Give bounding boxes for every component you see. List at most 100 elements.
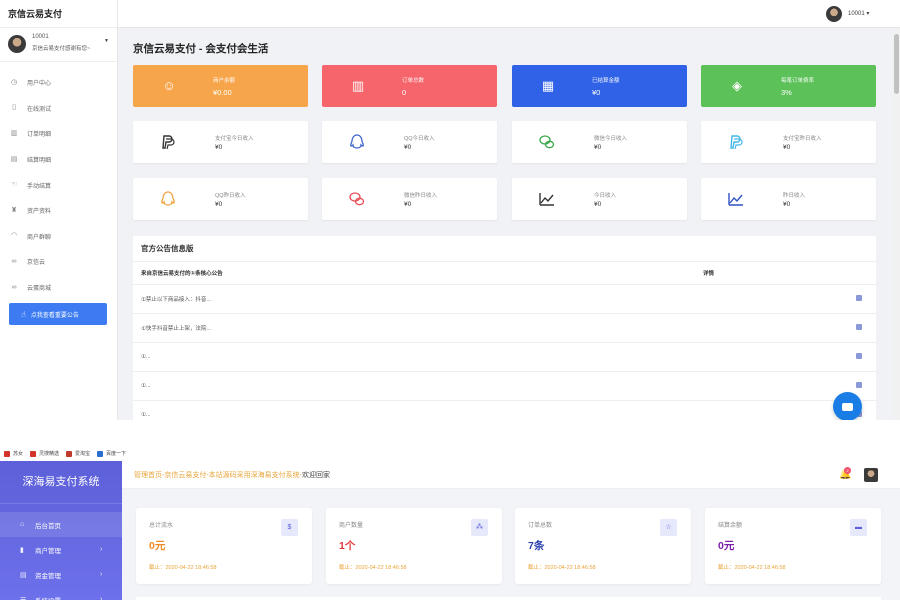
notice-button[interactable]: ☝ 点我查看重要公告 <box>9 303 107 325</box>
admin-nav: ⌂ 后台首页 ▮ 商户管理 › ▤ 资金管理 › ☰ 系统设置 › <box>0 512 122 600</box>
bookmarks-bar: 苏女 灵搜精选 爱淘宝 百度一下 <box>0 446 900 461</box>
user-menu[interactable]: 10001 京信云易支付感谢有您~ ▼ <box>0 28 117 62</box>
menu-icon: ☰ <box>20 596 27 600</box>
stat-label: 每笔订单费率 <box>781 78 815 84</box>
bookmark-item[interactable]: 爱淘宝 <box>66 450 90 457</box>
lock-icon[interactable] <box>856 324 862 330</box>
bookmark-favicon-icon <box>4 450 10 457</box>
income-card: 微信今日收入 ¥0 <box>512 121 687 163</box>
stat-card: ◈ 每笔订单费率 3% <box>701 65 876 107</box>
summary-card: 订单总数 7条 截止：2020-04-22 18:46:58 ☆ <box>515 508 691 584</box>
scrollbar[interactable] <box>893 28 900 420</box>
income-label: 支付宝今日收入 <box>215 136 254 142</box>
jingxin-dashboard: 京信云易支付 10001 京信云易支付感谢有您~ ▼ ◷ 用户中心 ▯ 在线测试 ▥ 订单… <box>0 0 900 420</box>
sidebar-item[interactable]: ▤ 结算明细 <box>0 147 117 173</box>
admin-nav-label: 资金管理 <box>35 572 61 580</box>
income-card: 支付宝昨日收入 ¥0 <box>701 121 876 163</box>
admin-logo: 深海易支付系统 <box>0 461 122 504</box>
sidebar-item[interactable]: ◷ 用户中心 <box>0 70 117 96</box>
avatar[interactable] <box>864 468 878 482</box>
stat-card: ▥ 订单总数 0 <box>322 65 497 107</box>
summary-label: 结算余额 <box>718 523 743 529</box>
breadcrumb-link[interactable]: 管理首页-京信云易支付-本站源码采用深海易支付系统- <box>134 472 302 479</box>
notice-button-label: 点我查看重要公告 <box>30 312 79 319</box>
stat-card: ▦ 已结算金额 ¥0 <box>512 65 687 107</box>
sidebar-item[interactable]: ♜ 资产资料 <box>0 198 117 224</box>
notice-row[interactable]: ①... <box>133 372 876 401</box>
avatar[interactable] <box>826 6 842 22</box>
income-value: ¥0 <box>215 144 223 151</box>
lock-icon[interactable] <box>856 353 862 359</box>
bookmark-item[interactable]: 灵搜精选 <box>30 450 59 457</box>
sidebar-item-label: 京信云 <box>27 260 46 267</box>
page-title: 京信云易支付 - 会支付会生活 <box>133 43 269 55</box>
sidebar-item[interactable]: ▥ 订单明细 <box>0 121 117 147</box>
bookmark-favicon-icon <box>97 450 104 457</box>
admin-nav-item[interactable]: ☰ 系统设置 › <box>0 587 122 600</box>
sidebar-item-label: 资产资料 <box>27 209 52 216</box>
income-value: ¥0 <box>404 144 412 151</box>
caret-down-icon: ▼ <box>104 38 109 44</box>
notice-panel: 官方公告信息版 来自京信云易支付的①条核心公告 详情 ①禁止以下商品接入：抖音.… <box>133 236 876 420</box>
admin-topbar: 管理首页-京信云易支付-本站源码采用深海易支付系统-欢迎回家 🔔 2 <box>122 461 900 489</box>
lock-icon[interactable] <box>856 295 862 301</box>
sidebar-item[interactable]: ☜ 手动结算 <box>0 172 117 198</box>
user-name: 京信云易支付感谢有您~ <box>32 46 91 52</box>
topbar-user-id[interactable]: 10001 ▾ <box>848 10 869 17</box>
file-icon: ▯ <box>12 104 16 112</box>
bookmark-item[interactable]: 苏女 <box>4 450 23 457</box>
bookmark-item[interactable]: 百度一下 <box>97 450 126 457</box>
bookmark-favicon-icon <box>30 450 37 457</box>
income-value: ¥0 <box>594 144 602 151</box>
sidebar-item-label: 在线测试 <box>27 106 52 113</box>
notice-row[interactable]: ①... <box>133 401 876 420</box>
notice-text[interactable]: ①... <box>133 354 703 360</box>
sidebar-item[interactable]: ▯ 在线测试 <box>0 96 117 122</box>
sidebar-item-label: 用户中心 <box>27 81 52 88</box>
css3-icon: ◈ <box>732 78 742 93</box>
notice-row[interactable]: ①禁止以下商品接入：抖音... <box>133 285 876 314</box>
notice-text[interactable]: ①快手抖音禁止上架，法院... <box>133 324 703 332</box>
area-chart-icon <box>727 190 745 208</box>
sidebar-item[interactable]: ∞ 云蛋商城 <box>0 275 117 301</box>
chevron-right-icon: › <box>100 596 103 600</box>
admin-nav-item[interactable]: ▮ 商户管理 › <box>0 537 122 562</box>
income-card: QQ今日收入 ¥0 <box>322 121 497 163</box>
brand-title: 京信云易支付 <box>0 0 117 28</box>
notice-panel-title: 官方公告信息版 <box>133 236 876 262</box>
chat-button[interactable] <box>833 392 862 420</box>
notice-row[interactable]: ①快手抖音禁止上架，法院... <box>133 314 876 343</box>
notice-text[interactable]: ①... <box>133 383 703 389</box>
admin-nav-item[interactable]: ⌂ 后台首页 <box>0 512 122 537</box>
bell-icon[interactable]: 🔔 2 <box>839 467 851 480</box>
notice-text[interactable]: ①禁止以下商品接入：抖音... <box>133 295 703 303</box>
wechat-icon <box>348 190 366 208</box>
notice-row[interactable]: ①... <box>133 343 876 372</box>
bookmark-favicon-icon <box>66 450 73 457</box>
lock-icon[interactable] <box>856 382 862 388</box>
bell-icon: ◠ <box>10 232 18 240</box>
breadcrumb: 管理首页-京信云易支付-本站源码采用深海易支付系统-欢迎回家 <box>134 470 330 480</box>
income-card: QQ昨日收入 ¥0 <box>133 178 308 220</box>
sidebar-item-label: 订单明细 <box>27 132 52 139</box>
sidebar: 京信云易支付 10001 京信云易支付感谢有您~ ▼ ◷ 用户中心 ▯ 在线测试 ▥ 订单… <box>0 0 118 420</box>
bookmark-label: 灵搜精选 <box>39 451 60 457</box>
summary-timestamp: 截止：2020-04-22 18:46:58 <box>718 565 786 571</box>
sidebar-item[interactable]: ∞ 京信云 <box>0 249 117 275</box>
admin-nav-item[interactable]: ▤ 资金管理 › <box>0 562 122 587</box>
smile-icon: ☺ <box>162 78 176 93</box>
scrollbar-thumb[interactable] <box>894 34 899 94</box>
summary-value: 0元 <box>149 540 166 552</box>
notice-text[interactable]: ①... <box>133 412 703 418</box>
chevron-right-icon: › <box>100 571 103 578</box>
summary-timestamp: 截止：2020-04-22 18:46:58 <box>149 565 217 571</box>
avatar <box>8 35 26 53</box>
user-id: 10001 <box>32 34 49 40</box>
chevron-right-icon: › <box>100 546 103 553</box>
summary-timestamp: 截止：2020-04-22 18:46:58 <box>528 565 596 571</box>
clock-icon: ◷ <box>10 78 18 86</box>
summary-card: 商户数量 1个 截止：2020-04-22 18:46:58 ⁂ <box>326 508 502 584</box>
ledger-icon: ▤ <box>20 571 27 579</box>
sidebar-item[interactable]: ◠ 商户群聊 <box>0 224 117 250</box>
income-value: ¥0 <box>783 144 791 151</box>
